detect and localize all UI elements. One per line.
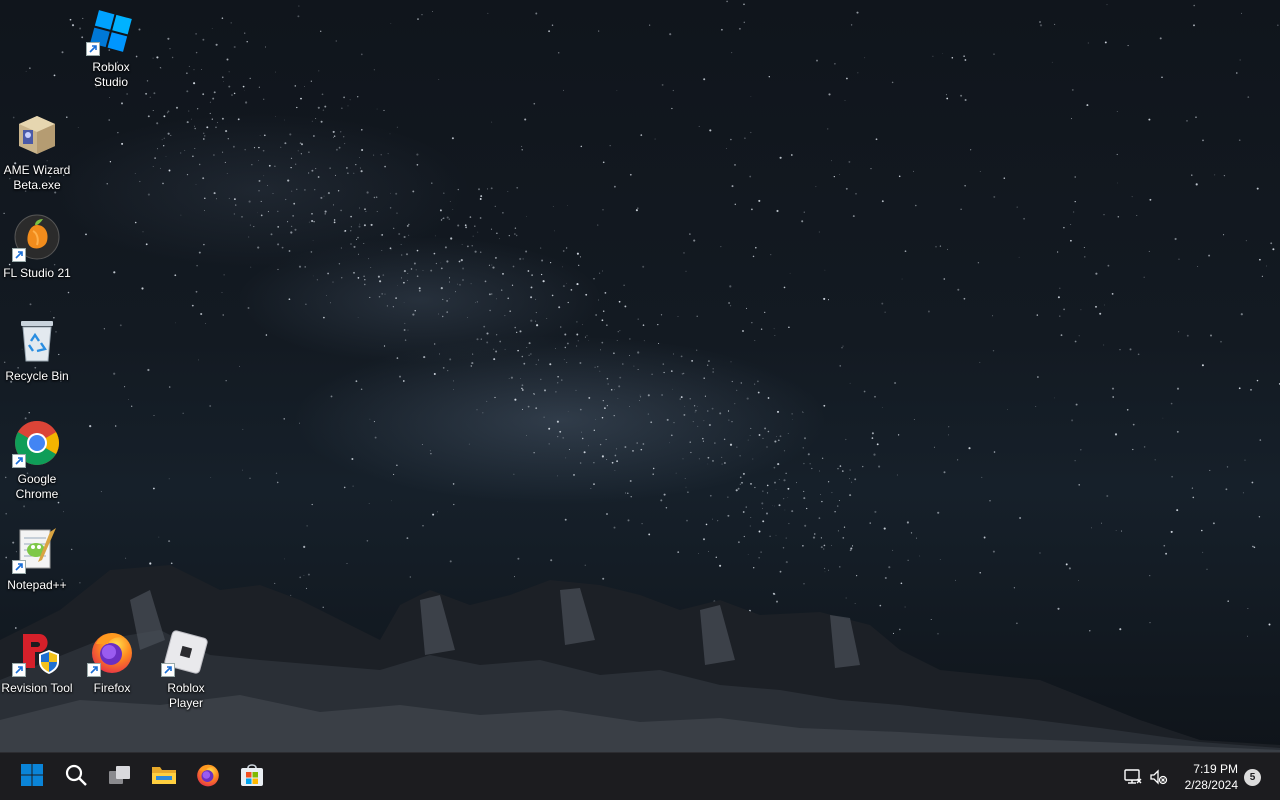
desktop[interactable]: Roblox Studio AME Wizard Beta.exe FL Stu… [0, 0, 1280, 752]
recycle-bin-icon [12, 315, 62, 365]
taskbar: 7:19 PM 2/28/2024 5 [0, 752, 1280, 800]
shortcut-arrow-icon [161, 663, 175, 677]
shortcut-arrow-icon [12, 248, 26, 262]
file-explorer-button[interactable] [146, 759, 182, 795]
desktop-icon-firefox[interactable]: Firefox [74, 627, 150, 696]
roblox-studio-icon [86, 6, 136, 56]
desktop-icon-fl-studio[interactable]: FL Studio 21 [0, 212, 75, 281]
desktop-icon-notepad-plus-plus[interactable]: Notepad++ [0, 524, 75, 593]
notification-badge[interactable]: 5 [1244, 769, 1261, 786]
desktop-icon-label: Revision Tool [1, 681, 73, 695]
desktop-icon-label: Notepad++ [7, 578, 67, 592]
desktop-icon-revision-tool[interactable]: Revision Tool [0, 627, 75, 696]
desktop-icon-label: Recycle Bin [5, 369, 69, 383]
desktop-icon-roblox-player[interactable]: Roblox Player [148, 627, 224, 711]
desktop-icon-ame-wizard[interactable]: AME Wizard Beta.exe [0, 109, 75, 193]
windows-logo-icon [20, 763, 44, 792]
desktop-icon-label: Firefox [93, 681, 131, 695]
search-button[interactable] [58, 759, 94, 795]
desktop-icon-label: Google Chrome [15, 472, 59, 501]
microsoft-store-button[interactable] [234, 759, 270, 795]
firefox-icon [195, 762, 221, 793]
store-icon [239, 762, 265, 793]
start-button[interactable] [14, 759, 50, 795]
clock-date: 2/28/2024 [1184, 778, 1238, 792]
shortcut-arrow-icon [12, 560, 26, 574]
desktop-icon-roblox-studio[interactable]: Roblox Studio [73, 6, 149, 90]
firefox-icon [87, 627, 137, 677]
chrome-icon [12, 418, 62, 468]
shortcut-arrow-icon [12, 663, 26, 677]
shortcut-arrow-icon [12, 454, 26, 468]
desktop-icon-label: FL Studio 21 [3, 266, 71, 280]
desktop-icon-label: AME Wizard Beta.exe [3, 163, 71, 192]
ame-wizard-icon [12, 109, 62, 159]
task-view-button[interactable] [102, 759, 138, 795]
shortcut-arrow-icon [86, 42, 100, 56]
notepad-plus-plus-icon [12, 524, 62, 574]
search-icon [64, 763, 88, 792]
shortcut-arrow-icon [87, 663, 101, 677]
task-view-icon [107, 763, 133, 792]
firefox-taskbar-button[interactable] [190, 759, 226, 795]
desktop-icon-label: Roblox Player [167, 681, 205, 710]
clock[interactable]: 7:19 PM 2/28/2024 [1185, 761, 1238, 793]
clock-time: 7:19 PM [1193, 762, 1238, 776]
desktop-icon-google-chrome[interactable]: Google Chrome [0, 418, 75, 502]
desktop-icon-label: Roblox Studio [92, 60, 130, 89]
volume-muted-icon[interactable] [1148, 767, 1168, 787]
roblox-player-icon [161, 627, 211, 677]
network-disconnected-icon[interactable] [1123, 767, 1143, 787]
desktop-icon-recycle-bin[interactable]: Recycle Bin [0, 315, 75, 384]
folder-icon [150, 763, 178, 792]
fl-studio-icon [12, 212, 62, 262]
revision-tool-icon [12, 627, 62, 677]
